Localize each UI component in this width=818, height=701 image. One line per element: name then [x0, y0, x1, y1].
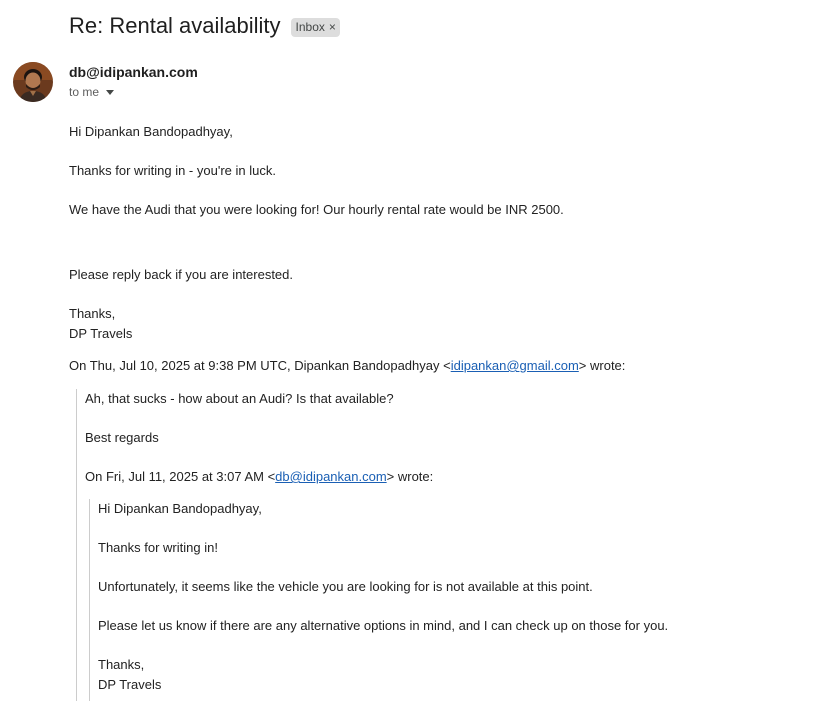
quote-signoff: Best regards — [85, 430, 159, 445]
message-signature: DP Travels — [69, 326, 133, 341]
quote-attribution: On Thu, Jul 10, 2025 at 9:38 PM UTC, Dip… — [69, 356, 625, 376]
message-greeting: Hi Dipankan Bandopadhyay, — [69, 124, 233, 139]
message-line: We have the Audi that you were looking f… — [69, 202, 564, 217]
quote-bar — [89, 499, 90, 701]
email-link[interactable]: idipankan@gmail.com — [451, 358, 579, 373]
remove-label-icon[interactable]: × — [329, 20, 336, 34]
email-subject: Re: Rental availability — [69, 13, 281, 38]
attribution-suffix: > wrote: — [578, 358, 626, 373]
quote-line: Ah, that sucks - how about an Audi? Is t… — [85, 391, 394, 406]
sender-avatar[interactable] — [13, 62, 53, 102]
quote-greeting: Hi Dipankan Bandopadhyay, — [98, 501, 262, 516]
caret-down-icon — [106, 89, 115, 95]
recipient-details-toggle[interactable]: to me — [69, 85, 115, 99]
quote-line: Please let us know if there are any alte… — [98, 618, 669, 633]
attribution-prefix: On Thu, Jul 10, 2025 at 9:38 PM UTC, Dip… — [69, 358, 451, 373]
inbox-label-chip[interactable]: Inbox × — [290, 17, 340, 37]
quote-attribution: On Fri, Jul 11, 2025 at 3:07 AM <db@idip… — [85, 467, 433, 487]
sender-address: db@idipankan.com — [69, 64, 198, 80]
email-link[interactable]: db@idipankan.com — [275, 469, 386, 484]
email-view: Re: Rental availability Inbox × db@idipa… — [0, 0, 818, 701]
quote-bar — [76, 389, 77, 701]
label-text: Inbox — [295, 20, 325, 34]
attribution-suffix: > wrote: — [386, 469, 434, 484]
quote-line: Unfortunately, it seems like the vehicle… — [98, 579, 593, 594]
recipient-text: to me — [69, 85, 100, 99]
subject-row: Re: Rental availability Inbox × — [69, 13, 340, 39]
message-signoff: Thanks, — [69, 306, 116, 321]
attribution-prefix: On Fri, Jul 11, 2025 at 3:07 AM < — [85, 469, 276, 484]
message-line: Please reply back if you are interested. — [69, 267, 294, 282]
quote-line: Thanks for writing in! — [98, 540, 218, 555]
avatar-photo-icon — [13, 62, 53, 102]
quote-signoff: Thanks, — [98, 657, 145, 672]
message-line: Thanks for writing in - you're in luck. — [69, 163, 276, 178]
quote-signature: DP Travels — [98, 677, 162, 692]
